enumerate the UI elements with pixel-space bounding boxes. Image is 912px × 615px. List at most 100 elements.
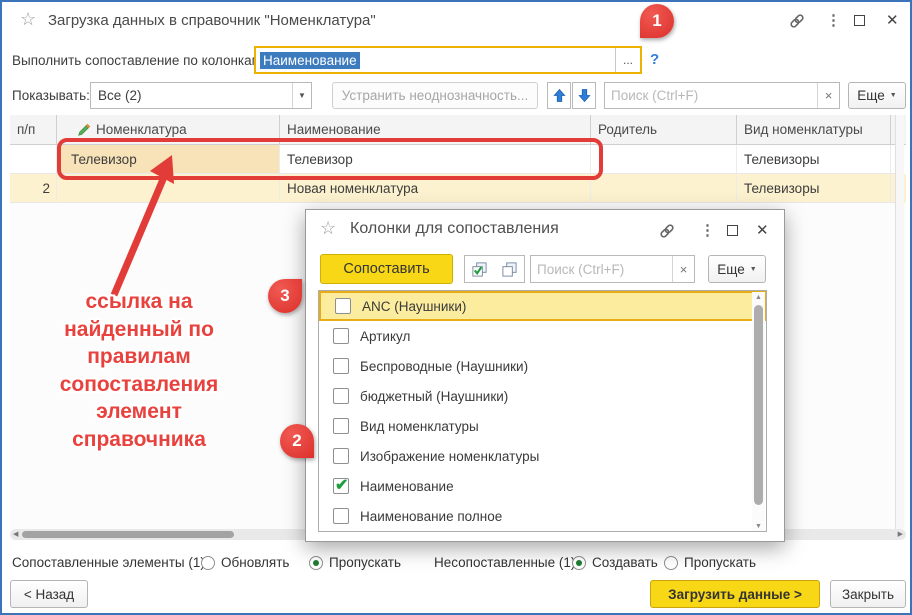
annotation-badge-1: 1 [640, 4, 674, 38]
show-label: Показывать: [12, 88, 90, 103]
mapping-columns-input[interactable]: Наименование ... [254, 46, 642, 74]
checkbox[interactable] [333, 328, 349, 344]
scroll-down-icon[interactable]: ▼ [755, 523, 762, 530]
list-item[interactable]: Наименование полное [319, 501, 766, 531]
radio-update-label[interactable]: Обновлять [221, 555, 289, 570]
edit-pencil-icon [77, 123, 91, 137]
list-item[interactable]: Вид номенклатуры [319, 411, 766, 441]
list-item[interactable]: Артикул [319, 321, 766, 351]
cell-nomenclature[interactable] [57, 174, 280, 203]
radio-skip-unmatched-label[interactable]: Пропускать [684, 555, 756, 570]
check-all-icon[interactable] [464, 255, 495, 283]
dialog-search-input[interactable] [531, 256, 672, 282]
radio-update[interactable] [201, 556, 215, 570]
table-row[interactable]: Телевизор Телевизор Телевизоры [10, 145, 906, 174]
more-button[interactable]: Еще ▼ [848, 82, 906, 109]
window-title: Загрузка данных в справочник "Номенклату… [48, 12, 376, 29]
cell-parent [591, 145, 737, 174]
cell-name: Новая номенклатура [280, 174, 591, 203]
cell-kind: Телевизоры [737, 145, 891, 174]
match-button[interactable]: Сопоставить [320, 254, 453, 284]
col-header-nomenclature[interactable]: Номенклатура [57, 115, 280, 144]
radio-skip-unmatched[interactable] [664, 556, 678, 570]
columns-checklist: ANC (Наушники) Артикул Беспроводные (Нау… [318, 290, 767, 532]
table-search-input[interactable] [605, 83, 817, 108]
col-header-name[interactable]: Наименование [280, 115, 591, 144]
search-clear-icon[interactable]: × [817, 83, 839, 108]
unmatched-elements-label: Несопоставленные (1): [434, 555, 579, 570]
table-header: п/п Номенклатура Наименование Родитель В… [10, 115, 906, 145]
list-item[interactable]: бюджетный (Наушники) [319, 381, 766, 411]
radio-skip-matched-label[interactable]: Пропускать [329, 555, 401, 570]
cell-num [10, 145, 57, 174]
chevron-down-icon: ▼ [890, 92, 897, 99]
checkbox[interactable] [335, 298, 351, 314]
list-item[interactable]: Беспроводные (Наушники) [319, 351, 766, 381]
checkbox[interactable] [333, 508, 349, 524]
move-down-button[interactable] [572, 82, 596, 109]
annotation-badge-3: 3 [268, 279, 302, 313]
list-item[interactable]: ✔ Наименование [319, 471, 766, 501]
back-button[interactable]: < Назад [10, 580, 88, 608]
close-icon[interactable]: ✕ [886, 11, 899, 29]
mapping-selected-text: Наименование [260, 52, 360, 69]
horizontal-scrollbar-thumb[interactable] [22, 531, 234, 538]
chevron-down-icon: ▼ [750, 266, 757, 273]
link-icon[interactable] [658, 222, 676, 243]
col-header-kind[interactable]: Вид номенклатуры [737, 115, 891, 144]
show-filter-dropdown[interactable]: Все (2) ▼ [90, 82, 312, 109]
move-up-button[interactable] [547, 82, 571, 109]
help-link[interactable]: ? [650, 51, 659, 68]
radio-skip-matched[interactable] [309, 556, 323, 570]
scroll-up-icon[interactable]: ▲ [755, 294, 762, 301]
close-icon[interactable]: ✕ [756, 221, 769, 239]
dialog-more-button[interactable]: Еще ▼ [708, 255, 766, 283]
list-scrollbar[interactable]: ▲ ▼ [752, 292, 765, 532]
checkbox[interactable] [333, 388, 349, 404]
dialog-search-field: × [530, 255, 695, 283]
maximize-icon[interactable] [854, 14, 865, 29]
matched-elements-label: Сопоставленные элементы (1): [12, 555, 209, 570]
disambiguate-button[interactable]: Устранить неоднозначность... [332, 82, 538, 109]
radio-create-label[interactable]: Создавать [592, 555, 658, 570]
col-header-num[interactable]: п/п [10, 115, 57, 144]
checkbox[interactable] [333, 418, 349, 434]
dialog-title: Колонки для сопоставления [350, 220, 559, 238]
cell-name: Телевизор [280, 145, 591, 174]
search-clear-icon[interactable]: × [672, 256, 694, 282]
col-header-parent[interactable]: Родитель [591, 115, 737, 144]
cell-num: 2 [10, 174, 57, 203]
cell-kind: Телевизоры [737, 174, 891, 203]
checkbox[interactable] [333, 448, 349, 464]
show-filter-value: Все (2) [91, 88, 292, 103]
uncheck-all-icon[interactable] [494, 255, 525, 283]
list-item[interactable]: Изображение номенклатуры [319, 441, 766, 471]
main-window: ☆ Загрузка данных в справочник "Номенкла… [0, 0, 912, 615]
list-scrollbar-thumb[interactable] [754, 305, 763, 505]
radio-create[interactable] [572, 556, 586, 570]
table-search-field: × [604, 82, 840, 109]
checkbox[interactable] [333, 358, 349, 374]
annotation-text: ссылка на найденный по правилам сопостав… [6, 288, 272, 453]
table-row[interactable]: 2 Новая номенклатура Телевизоры [10, 174, 906, 203]
list-item[interactable]: ANC (Наушники) [319, 291, 766, 321]
table-vertical-scrollbar[interactable] [895, 115, 904, 529]
mapping-label: Выполнить сопоставление по колонкам: [12, 53, 265, 68]
close-button[interactable]: Закрыть [830, 580, 906, 608]
cell-parent [591, 174, 737, 203]
cell-nomenclature[interactable]: Телевизор [57, 145, 280, 174]
scroll-left-icon[interactable]: ◀ [13, 530, 18, 538]
check-icon: ✔ [335, 475, 348, 495]
menu-dots-icon[interactable]: ⋮ [826, 11, 841, 29]
choose-columns-button[interactable]: ... [615, 48, 640, 72]
scroll-right-icon[interactable]: ▶ [898, 530, 903, 538]
load-data-button[interactable]: Загрузить данные > [650, 580, 820, 608]
maximize-icon[interactable] [727, 224, 738, 239]
chevron-down-icon[interactable]: ▼ [292, 83, 311, 108]
favorite-star-icon[interactable]: ☆ [20, 9, 36, 30]
menu-dots-icon[interactable]: ⋮ [700, 221, 715, 239]
columns-mapping-dialog: ☆ Колонки для сопоставления ⋮ ✕ Сопостав… [305, 209, 785, 542]
link-icon[interactable] [788, 12, 806, 33]
favorite-star-icon[interactable]: ☆ [320, 218, 336, 239]
checkbox-checked[interactable]: ✔ [333, 478, 349, 494]
